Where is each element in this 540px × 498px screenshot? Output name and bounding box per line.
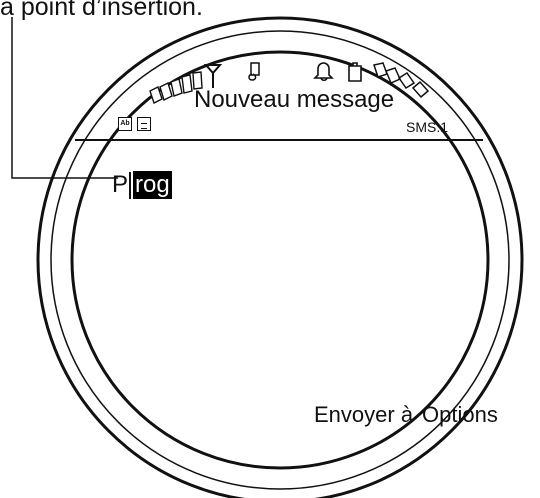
sms-counter: SMS:1 [406,119,449,135]
phone-screen-illustration: a point d’insertion. Nouveau message Ab … [0,0,540,498]
send-to-softkey[interactable]: Envoyer à [314,402,413,428]
selected-text[interactable]: rog [133,171,172,199]
options-softkey[interactable]: Options [422,402,498,428]
menu-icon [137,117,151,131]
caption-text: a point d’insertion. [0,0,203,21]
screen-title: Nouveau message [194,86,395,113]
message-editor[interactable]: P rog [112,169,172,201]
insertion-cursor [129,171,132,199]
input-mode-icon: Ab [118,117,132,131]
text-before-cursor: P [112,171,129,198]
header-divider [75,139,483,141]
